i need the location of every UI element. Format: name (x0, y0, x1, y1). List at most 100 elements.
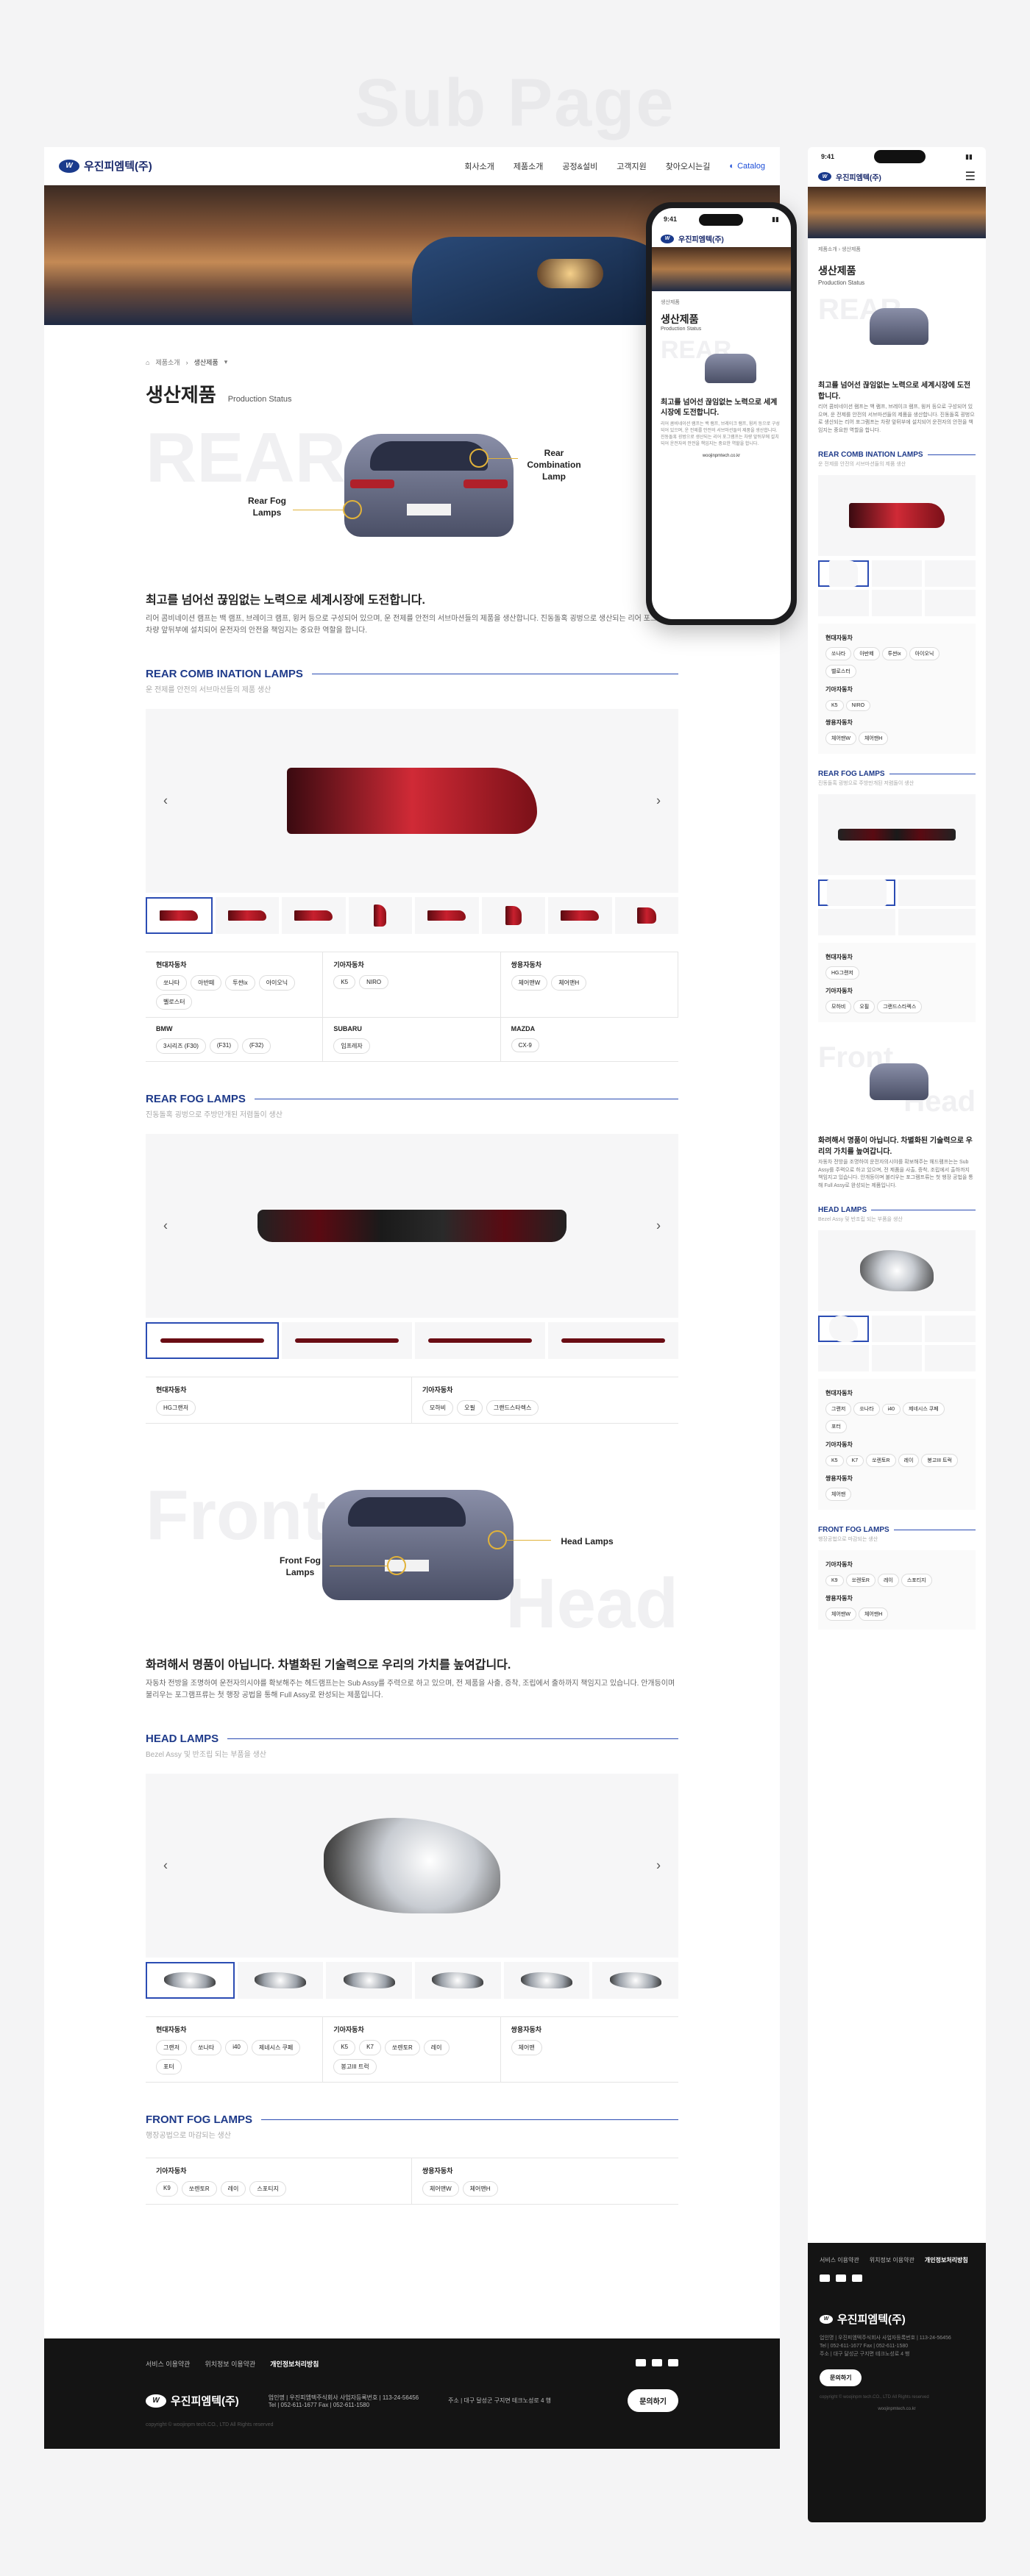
model-tag[interactable]: 쏘나타 (156, 975, 188, 991)
breadcrumb-level1[interactable]: 제품소개 (155, 357, 180, 367)
gallery-thumb[interactable] (818, 560, 869, 587)
model-tag[interactable]: 레이 (423, 2040, 450, 2055)
model-tag[interactable]: 아반떼 (191, 975, 222, 991)
chevron-left-icon[interactable]: ‹ (163, 1219, 168, 1234)
model-tag[interactable]: 스포티지 (249, 2181, 286, 2197)
mobile-logo[interactable]: W 우진피엠텍(주) (818, 171, 881, 182)
gallery-thumb[interactable] (818, 880, 895, 906)
footer-link-privacy[interactable]: 개인정보처리방침 (925, 2256, 968, 2264)
model-tag[interactable]: 봉고III 트럭 (921, 1454, 958, 1467)
model-tag[interactable]: 레이 (220, 2181, 246, 2197)
model-tag[interactable]: 벨로스터 (825, 665, 856, 678)
gallery-thumb[interactable] (898, 909, 976, 935)
chevron-left-icon[interactable]: ‹ (163, 793, 168, 809)
footer-link-terms[interactable]: 서비스 이용약관 (820, 2256, 859, 2264)
gallery-thumb[interactable] (818, 1316, 869, 1342)
model-tag[interactable]: 오필 (457, 1400, 483, 1416)
youtube-icon[interactable] (652, 2359, 662, 2366)
catalog-button[interactable]: ◐ Catalog (729, 162, 765, 171)
footer-link-terms[interactable]: 서비스 이용약관 (146, 2359, 190, 2369)
home-icon[interactable]: ⌂ (146, 359, 149, 366)
contact-button[interactable]: 문의하기 (628, 2389, 678, 2412)
model-tag[interactable]: 아이오닉 (909, 647, 940, 660)
gallery-thumb[interactable] (925, 1316, 976, 1342)
gallery-thumb[interactable] (282, 1322, 412, 1359)
model-tag[interactable]: 쏘렌토R (845, 1574, 876, 1587)
model-tag[interactable]: 쏘렌토R (384, 2040, 420, 2055)
model-tag[interactable]: 그랜저 (825, 1402, 852, 1416)
chevron-right-icon[interactable]: › (656, 1858, 661, 1874)
model-tag[interactable]: 벨로스터 (156, 994, 193, 1010)
gallery-thumb[interactable] (415, 1962, 501, 1999)
gallery-thumb[interactable] (146, 897, 213, 934)
model-tag[interactable]: 임프레자 (333, 1038, 370, 1054)
model-tag[interactable]: 체어맨 (511, 2040, 542, 2055)
footer-link-privacy[interactable]: 개인정보처리방침 (270, 2359, 319, 2369)
model-tag[interactable]: 체어맨H (858, 732, 889, 745)
gallery-thumb[interactable] (871, 1345, 923, 1371)
model-tag[interactable]: 포터 (156, 2059, 182, 2074)
model-tag[interactable]: K5 (825, 1455, 844, 1466)
gallery-thumb[interactable] (818, 909, 895, 935)
footer-link-location-terms[interactable]: 위치정보 이용약관 (205, 2359, 255, 2369)
chevron-down-icon[interactable]: ▾ (224, 358, 228, 366)
gallery-thumb[interactable] (481, 897, 545, 934)
gallery-thumb[interactable] (871, 590, 923, 616)
model-tag[interactable]: 모하비 (422, 1400, 454, 1416)
gallery-thumb[interactable] (415, 897, 479, 934)
model-tag[interactable]: K5 (333, 2040, 356, 2055)
gallery-thumb[interactable] (925, 590, 976, 616)
model-tag[interactable]: 오필 (853, 1000, 876, 1013)
model-tag[interactable]: NIRO (845, 700, 871, 711)
model-tag[interactable]: 체어맨H (858, 1608, 889, 1621)
model-tag[interactable]: 레이 (898, 1454, 920, 1467)
model-tag[interactable]: K7 (845, 1455, 864, 1466)
model-tag[interactable]: 체어맨W (422, 2181, 459, 2197)
model-tag[interactable]: 봉고III 트럭 (333, 2059, 377, 2074)
model-tag[interactable]: 모하비 (825, 1000, 852, 1013)
nav-item-support[interactable]: 고객지원 (617, 160, 646, 172)
model-tag[interactable]: 3시리즈 (F30) (156, 1038, 206, 1054)
gallery-thumb[interactable] (898, 880, 976, 906)
model-tag[interactable]: K7 (359, 2040, 381, 2055)
model-tag[interactable]: 쏘나타 (825, 647, 852, 660)
model-tag[interactable]: 체어맨H (462, 2181, 498, 2197)
chevron-right-icon[interactable]: › (656, 1219, 661, 1234)
blog-icon[interactable] (636, 2359, 646, 2366)
gallery-thumb[interactable] (614, 897, 678, 934)
model-tag[interactable]: 쏘렌토R (181, 2181, 217, 2197)
model-tag[interactable]: 그랜드스타렉스 (877, 1000, 923, 1013)
model-tag[interactable]: i40 (881, 1404, 901, 1415)
gallery-thumb[interactable] (503, 1962, 590, 1999)
gallery-thumb[interactable] (282, 897, 346, 934)
gallery-thumb[interactable] (146, 1962, 235, 1999)
instagram-icon[interactable] (852, 2274, 862, 2282)
model-tag[interactable]: 쏘나타 (191, 2040, 222, 2055)
gallery-thumb[interactable] (818, 1345, 869, 1371)
gallery-thumb[interactable] (548, 897, 612, 934)
gallery-thumb[interactable] (326, 1962, 413, 1999)
chevron-right-icon[interactable]: › (656, 793, 661, 809)
model-tag[interactable]: HG그랜저 (825, 966, 859, 980)
model-tag[interactable]: 체어맨W (825, 732, 856, 745)
gallery-thumb[interactable] (871, 560, 923, 587)
model-tag[interactable]: K5 (333, 975, 356, 989)
youtube-icon[interactable] (836, 2274, 846, 2282)
model-tag[interactable]: (F31) (209, 1038, 238, 1054)
mobile-breadcrumb-level2[interactable]: 생산제품 (842, 247, 861, 252)
instagram-icon[interactable] (668, 2359, 678, 2366)
model-tag[interactable]: K9 (156, 2181, 178, 2197)
blog-icon[interactable] (820, 2274, 830, 2282)
model-tag[interactable]: 아이오닉 (258, 975, 296, 991)
model-tag[interactable]: 제네시스 쿠페 (251, 2040, 301, 2055)
model-tag[interactable]: HG그랜저 (156, 1400, 196, 1416)
brand-logo[interactable]: W 우진피엠텍(주) (59, 158, 152, 174)
nav-item-company[interactable]: 회사소개 (464, 160, 494, 172)
hamburger-menu-icon[interactable]: ☰ (965, 169, 976, 184)
model-tag[interactable]: 체어맨 (825, 1488, 852, 1501)
model-tag[interactable]: K5 (825, 700, 844, 711)
nav-item-process[interactable]: 공정&설비 (562, 160, 597, 172)
gallery-thumb[interactable] (818, 590, 869, 616)
gallery-thumb[interactable] (215, 897, 279, 934)
mobile-breadcrumb-level1[interactable]: 제품소개 (818, 247, 837, 252)
